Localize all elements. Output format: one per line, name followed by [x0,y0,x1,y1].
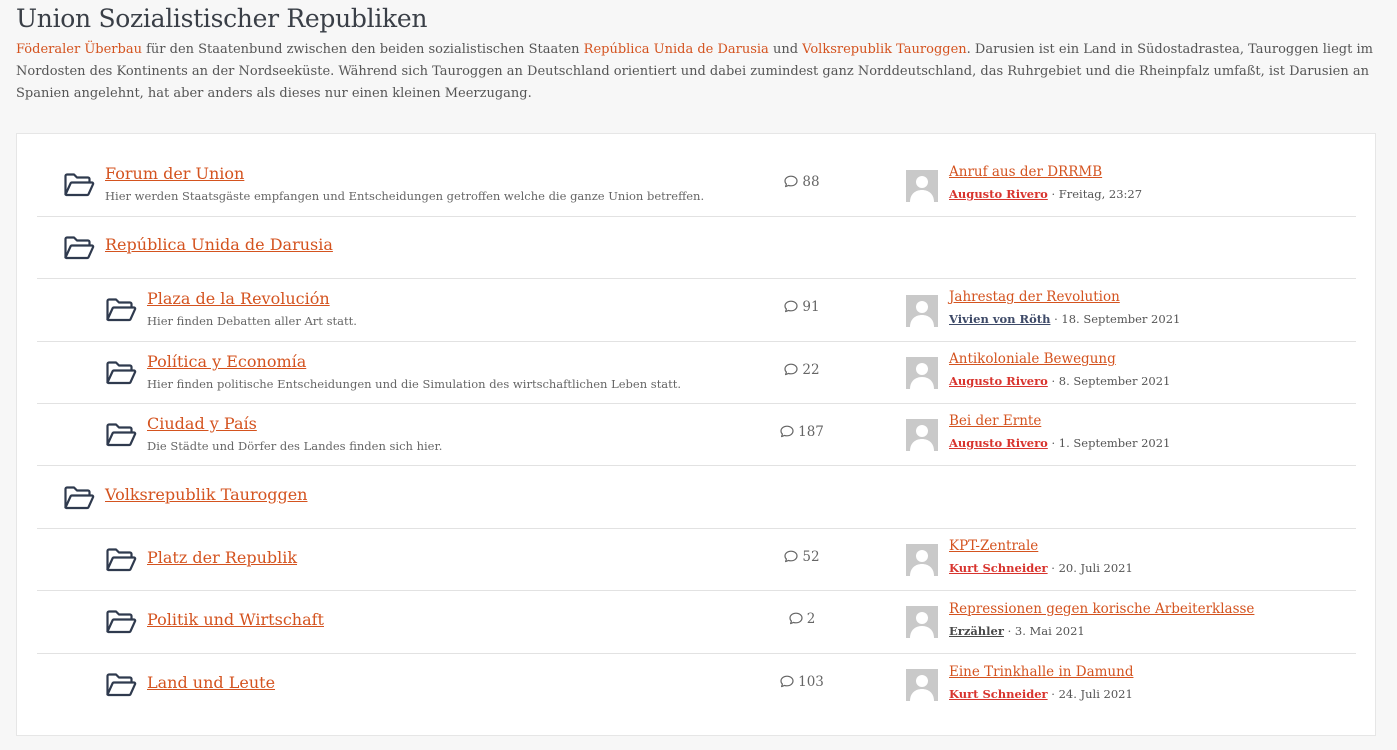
category-title[interactable]: Volksrepublik Tauroggen [105,485,307,504]
post-count: 52 [762,549,842,567]
intro-link-foederaler-ueberbau[interactable]: Föderaler Überbau [16,42,142,57]
folder-open-icon[interactable] [105,672,137,698]
board-row-ciudad-y-pais: Ciudad y País Die Städte und Dörfer des … [37,404,1356,466]
last-post-meta: Kurt Schneider · 24. Juli 2021 [949,687,1133,701]
board-list: Forum der Union Hier werden Staatsgäste … [16,133,1376,736]
speech-bubble-icon [784,300,799,317]
folder-open-icon[interactable] [63,235,95,261]
last-post-author[interactable]: Erzähler [949,624,1004,638]
last-post-author[interactable]: Augusto Rivero [949,374,1048,388]
last-post-date: · 3. Mai 2021 [1003,624,1085,638]
board-row-politik-und-wirtschaft: Politik und Wirtschaft 2 Repressionen ge… [37,591,1356,654]
intro-link-tauroggen[interactable]: Volksrepublik Tauroggen [802,42,967,57]
board-title[interactable]: Politik und Wirtschaft [147,610,324,629]
speech-bubble-icon [780,675,794,692]
post-count: 103 [762,674,842,692]
board-description: Hier finden Debatten aller Art statt. [147,314,357,328]
board-title[interactable]: Platz der Republik [147,548,297,567]
folder-open-icon[interactable] [105,422,137,448]
last-post-date: · 1. September 2021 [1047,436,1171,450]
category-row-tauroggen: Volksrepublik Tauroggen [37,466,1356,529]
last-post-date: · 8. September 2021 [1047,374,1171,388]
avatar[interactable] [906,544,938,576]
speech-bubble-icon [784,175,799,192]
post-count: 2 [762,611,842,629]
last-post-author[interactable]: Augusto Rivero [949,187,1048,201]
board-description: Die Städte und Dörfer des Landes finden … [147,439,443,453]
avatar[interactable] [906,357,938,389]
post-count: 187 [762,424,842,442]
board-row-land-und-leute: Land und Leute 103 Eine Trinkhalle in Da… [37,654,1356,716]
last-post-meta: Augusto Rivero · Freitag, 23:27 [949,187,1142,201]
intro-text: für den Staatenbund zwischen den beiden … [141,42,584,57]
board-description: Hier finden politische Entscheidungen un… [147,377,682,391]
last-post-title[interactable]: Repressionen gegen korische Arbeiterklas… [949,601,1254,617]
speech-bubble-icon [789,612,803,629]
last-post-date: · 18. September 2021 [1050,312,1181,326]
intro-link-darusia[interactable]: República Unida de Darusia [584,42,769,57]
board-description: Hier werden Staatsgäste empfangen und En… [105,189,705,203]
last-post-author[interactable]: Kurt Schneider [949,561,1048,575]
page-description: Föderaler Überbau für den Staatenbund zw… [16,39,1386,105]
last-post-date: · 24. Juli 2021 [1047,687,1133,701]
last-post-meta: Augusto Rivero · 1. September 2021 [949,436,1170,450]
board-row-plaza-de-la-revolucion: Plaza de la Revolución Hier finden Debat… [37,279,1356,342]
last-post-date: · 20. Juli 2021 [1047,561,1133,575]
folder-open-icon[interactable] [105,609,137,635]
avatar[interactable] [906,170,938,202]
last-post-meta: Vivien von Röth · 18. September 2021 [949,312,1180,326]
board-row-politica-y-economia: Política y Economía Hier finden politisc… [37,342,1356,404]
folder-open-icon[interactable] [63,485,95,511]
avatar[interactable] [906,419,938,451]
last-post-author[interactable]: Kurt Schneider [949,687,1048,701]
last-post-title[interactable]: KPT-Zentrale [949,538,1038,554]
post-count: 22 [762,362,842,380]
folder-open-icon[interactable] [105,547,137,573]
board-title[interactable]: Forum der Union [105,164,244,183]
board-row-platz-der-republik: Platz der Republik 52 KPT-Zentrale Kurt … [37,529,1356,591]
board-row-forum-der-union: Forum der Union Hier werden Staatsgäste … [37,154,1356,217]
category-row-darusia: República Unida de Darusia [37,217,1356,279]
last-post-meta: Augusto Rivero · 8. September 2021 [949,374,1170,388]
avatar[interactable] [906,669,938,701]
avatar[interactable] [906,606,938,638]
last-post-title[interactable]: Jahrestag der Revolution [949,289,1120,305]
last-post-title[interactable]: Antikoloniale Bewegung [949,351,1116,367]
last-post-title[interactable]: Eine Trinkhalle in Damund [949,664,1133,680]
speech-bubble-icon [784,363,799,380]
folder-open-icon[interactable] [105,360,137,386]
avatar[interactable] [906,295,938,327]
speech-bubble-icon [780,425,794,442]
board-title[interactable]: Ciudad y País [147,414,257,433]
folder-open-icon[interactable] [105,297,137,323]
page-title: Union Sozialistischer Republiken [16,4,428,33]
board-title[interactable]: Plaza de la Revolución [147,289,330,308]
last-post-author[interactable]: Augusto Rivero [949,436,1048,450]
last-post-title[interactable]: Bei der Ernte [949,413,1041,429]
speech-bubble-icon [784,550,799,567]
board-title[interactable]: Land und Leute [147,673,275,692]
board-title[interactable]: Política y Economía [147,352,306,371]
folder-open-icon[interactable] [63,172,95,198]
last-post-meta: Kurt Schneider · 20. Juli 2021 [949,561,1133,575]
intro-text: und [768,42,803,57]
last-post-date: · Freitag, 23:27 [1047,187,1143,201]
post-count: 88 [762,174,842,192]
last-post-meta: Erzähler · 3. Mai 2021 [949,624,1085,638]
category-title[interactable]: República Unida de Darusia [105,235,333,254]
post-count: 91 [762,299,842,317]
last-post-author[interactable]: Vivien von Röth [949,312,1050,326]
last-post-title[interactable]: Anruf aus der DRRMB [949,164,1102,180]
